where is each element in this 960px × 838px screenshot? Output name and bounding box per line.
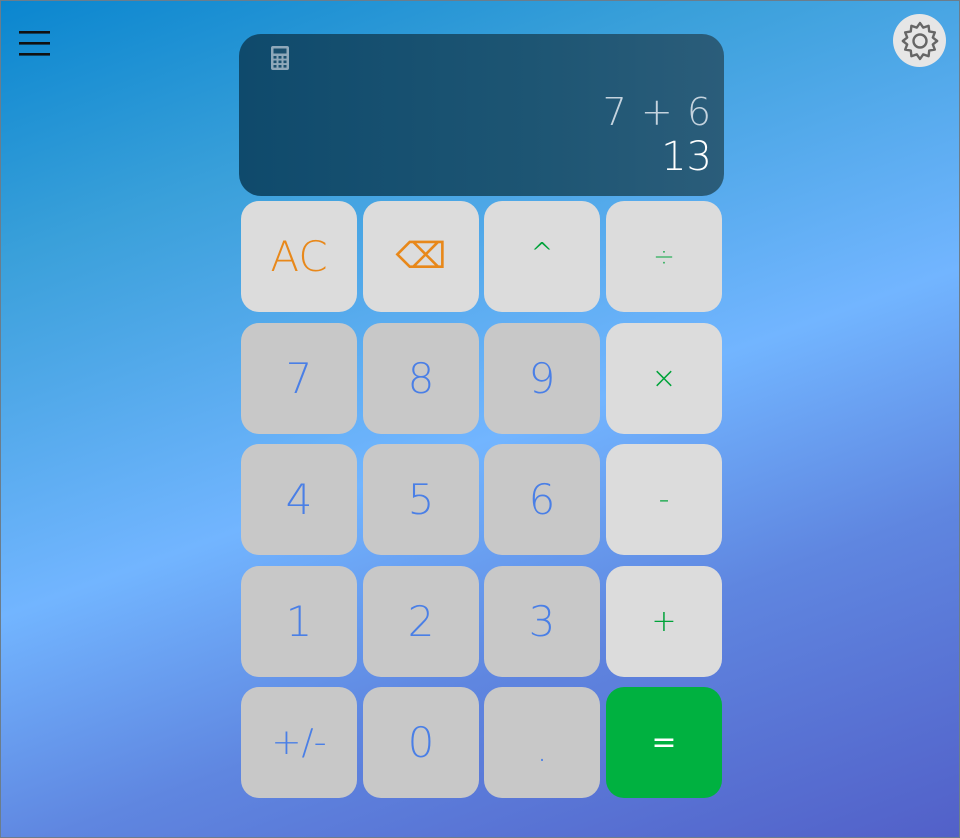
power-label: ^: [530, 235, 554, 269]
digit-9-button[interactable]: 9: [484, 323, 600, 434]
digit-0-label: 0: [407, 717, 435, 767]
digit-8-button[interactable]: 8: [363, 323, 479, 434]
subtract-label: -: [658, 481, 670, 517]
digit-0-button[interactable]: 0: [363, 687, 479, 798]
subtract-button[interactable]: -: [606, 444, 722, 555]
divide-label: ÷: [653, 241, 675, 272]
multiply-label: ×: [651, 360, 677, 396]
digit-6-label: 6: [528, 474, 556, 524]
digit-2-label: 2: [407, 596, 435, 646]
negate-label: +/-: [271, 721, 327, 763]
keypad: AC ⌫ ^ ÷ 7 8 9 × 4 5 6 - 1 2 3 + +/- 0. =: [241, 201, 723, 799]
negate-button[interactable]: +/-: [241, 687, 357, 798]
decimal-label: .: [536, 729, 548, 770]
digit-1-label: 1: [285, 596, 313, 646]
result-text: 13: [661, 134, 712, 180]
calculator-icon: [270, 45, 290, 71]
digit-3-label: 3: [528, 596, 556, 646]
gear-icon: [901, 21, 938, 60]
backspace-button[interactable]: ⌫: [363, 201, 479, 312]
decimal-button[interactable]: .: [484, 687, 600, 798]
calculator-display: 7 + 6 13: [239, 34, 724, 196]
power-button[interactable]: ^: [484, 201, 600, 312]
menu-button[interactable]: [17, 25, 53, 61]
equals-label: =: [651, 724, 677, 760]
add-button[interactable]: +: [606, 566, 722, 677]
add-label: +: [651, 603, 677, 639]
digit-5-label: 5: [407, 474, 435, 524]
digit-1-button[interactable]: 1: [241, 566, 357, 677]
hamburger-menu-icon: [19, 31, 50, 56]
digit-7-button[interactable]: 7: [241, 323, 357, 434]
digit-4-label: 4: [285, 474, 313, 524]
digit-5-button[interactable]: 5: [363, 444, 479, 555]
equals-button[interactable]: =: [606, 687, 722, 798]
digit-3-button[interactable]: 3: [484, 566, 600, 677]
settings-button[interactable]: [893, 14, 946, 67]
digit-8-label: 8: [407, 353, 435, 403]
digit-6-button[interactable]: 6: [484, 444, 600, 555]
digit-9-label: 9: [528, 353, 556, 403]
multiply-button[interactable]: ×: [606, 323, 722, 434]
digit-4-button[interactable]: 4: [241, 444, 357, 555]
digit-2-button[interactable]: 2: [363, 566, 479, 677]
divide-button[interactable]: ÷: [606, 201, 722, 312]
backspace-label: ⌫: [395, 235, 447, 277]
expression-text: 7 + 6: [602, 90, 712, 134]
clear-label: AC: [270, 231, 328, 281]
clear-button[interactable]: AC: [241, 201, 357, 312]
digit-7-label: 7: [285, 353, 313, 403]
